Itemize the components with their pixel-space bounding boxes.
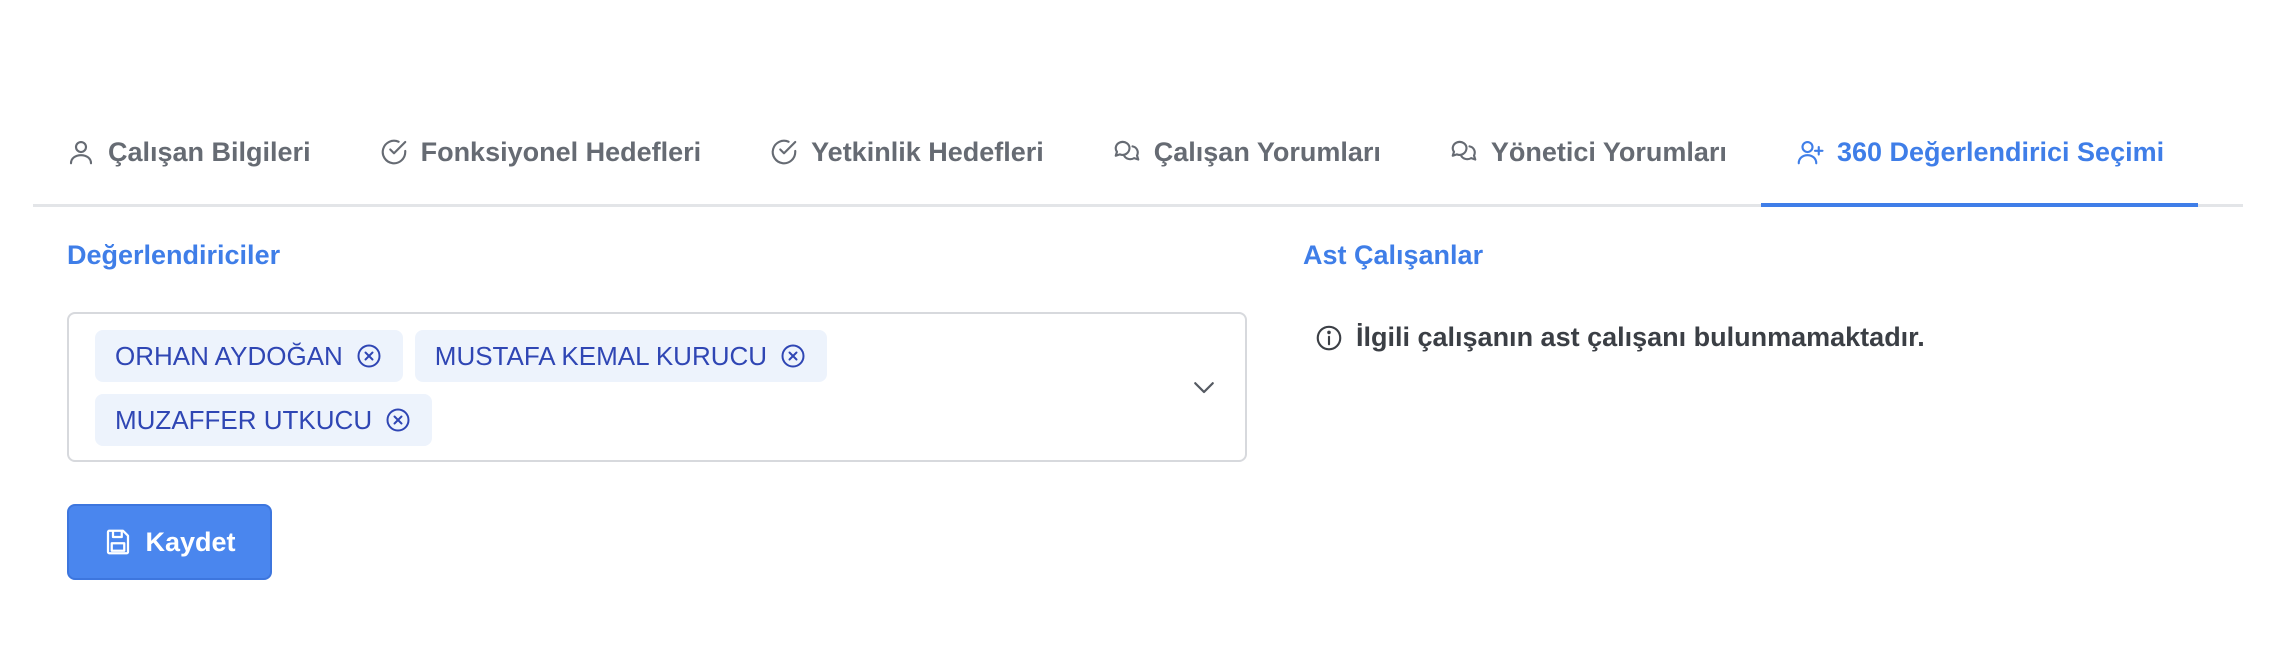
evaluators-title: Değerlendiriciler — [67, 240, 281, 270]
empty-message-text: İlgili çalışanın ast çalışanı bulunmamak… — [1356, 322, 1925, 352]
chip-label: MUZAFFER UTKUCU — [115, 404, 373, 435]
remove-circle-icon[interactable] — [355, 342, 383, 370]
evaluator-chip: ORHAN AYDOĞAN — [95, 330, 403, 382]
chip-label: ORHAN AYDOĞAN — [115, 340, 343, 371]
tab-manager-comments[interactable]: Yönetici Yorumları — [1415, 118, 1761, 186]
tab-bar: Çalışan Bilgileri Fonksiyonel Hedefleri … — [33, 118, 2243, 207]
evaluator-chip: MUZAFFER UTKUCU — [95, 394, 433, 446]
tab-employee-comments[interactable]: Çalışan Yorumları — [1078, 118, 1415, 186]
tab-label: Yönetici Yorumları — [1490, 136, 1727, 167]
save-button[interactable]: Kaydet — [67, 504, 272, 580]
comments-icon — [1112, 137, 1142, 167]
selected-chips: ORHAN AYDOĞAN MUSTAFA KEMAL KURUCU MUZAF… — [95, 330, 1135, 446]
check-circle-icon — [379, 137, 409, 167]
chip-label: MUSTAFA KEMAL KURUCU — [434, 340, 768, 371]
remove-circle-icon[interactable] — [779, 342, 807, 370]
tab-label: 360 Değerlendirici Seçimi — [1836, 136, 2165, 167]
save-button-label: Kaydet — [145, 526, 236, 557]
tab-360-evaluator-selection[interactable]: 360 Değerlendirici Seçimi — [1760, 118, 2199, 207]
evaluator-chip: MUSTAFA KEMAL KURUCU — [414, 330, 828, 382]
tab-competency-goals[interactable]: Yetkinlik Hedefleri — [735, 118, 1078, 186]
chevron-down-icon[interactable] — [1189, 372, 1219, 402]
evaluators-multiselect[interactable]: ORHAN AYDOĞAN MUSTAFA KEMAL KURUCU MUZAF… — [67, 312, 1247, 462]
tab-functional-goals[interactable]: Fonksiyonel Hedefleri — [345, 118, 736, 186]
comments-icon — [1449, 137, 1479, 167]
empty-subordinates-message: İlgili çalışanın ast çalışanı bulunmamak… — [1314, 322, 1925, 353]
check-circle-icon — [769, 137, 799, 167]
user-icon — [66, 137, 96, 167]
tab-label: Çalışan Bilgileri — [108, 136, 311, 167]
tab-label: Yetkinlik Hedefleri — [811, 136, 1044, 167]
tab-employee-info[interactable]: Çalışan Bilgileri — [33, 118, 345, 186]
subordinates-title: Ast Çalışanlar — [1303, 240, 1484, 270]
floppy-disk-icon — [103, 527, 133, 557]
user-plus-icon — [1795, 137, 1825, 167]
tab-label: Çalışan Yorumları — [1153, 136, 1381, 167]
remove-circle-icon[interactable] — [384, 406, 412, 434]
info-icon — [1314, 323, 1344, 353]
tab-label: Fonksiyonel Hedefleri — [420, 136, 702, 167]
